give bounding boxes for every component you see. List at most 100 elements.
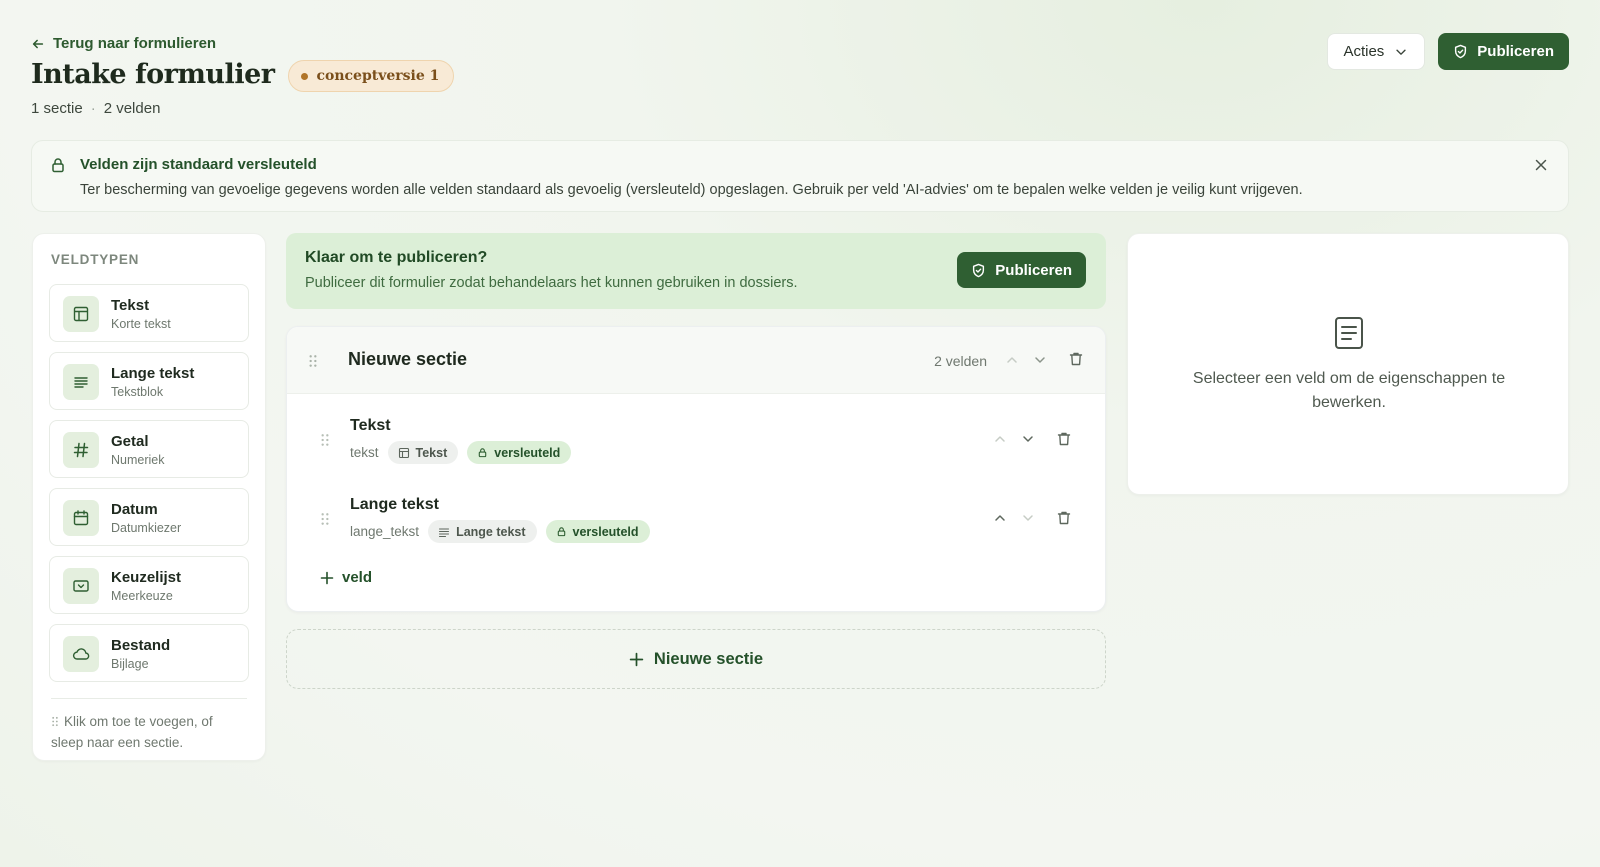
field-row[interactable]: Lange tekst lange_tekst Lange tekst vers…: [287, 496, 1105, 568]
notice-text: Ter bescherming van gevoelige gegevens w…: [80, 182, 1303, 198]
hint-text: Klik om toe te voegen, of sleep naar een…: [51, 714, 213, 750]
section-card: Nieuwe sectie 2 velden Tekst tekst Tekst…: [286, 326, 1106, 612]
text-lines-icon: [63, 364, 99, 400]
actions-label: Acties: [1343, 43, 1385, 60]
add-field-label: veld: [342, 569, 373, 586]
actions-dropdown-button[interactable]: Acties: [1327, 33, 1426, 70]
drag-dots-icon: [52, 716, 58, 727]
field-type-lange-tekst[interactable]: Lange tekst Tekstblok: [49, 352, 249, 410]
status-badge: conceptversie 1: [288, 60, 455, 92]
field-type-label: Tekst: [415, 445, 448, 460]
field-count: 2 velden: [103, 100, 161, 117]
status-dot: [301, 72, 309, 80]
field-type-pill: Tekst: [387, 441, 459, 464]
publish-button[interactable]: Publiceren: [1438, 33, 1569, 70]
encrypted-badge: versleuteld: [545, 520, 650, 543]
notice-title: Velden zijn standaard versleuteld: [80, 156, 317, 173]
field-type-sub: Meerkeuze: [111, 589, 173, 603]
ready-text: Publiceer dit formulier zodat behandelaa…: [305, 275, 798, 291]
chevron-up-icon[interactable]: [992, 431, 1008, 447]
back-to-forms-link[interactable]: Terug naar formulieren: [31, 35, 216, 52]
text-lines-icon: [439, 527, 450, 537]
field-key: lange_tekst: [350, 524, 420, 539]
encrypted-label: versleuteld: [572, 524, 639, 539]
page-header: Terug naar formulieren Intake formulier …: [31, 30, 1569, 130]
add-field-button[interactable]: veld: [320, 569, 372, 586]
field-type-label: Bestand: [111, 637, 171, 654]
banner-publish-button[interactable]: Publiceren: [957, 252, 1086, 288]
encrypted-label: versleuteld: [494, 445, 561, 460]
meta-separator: ·: [90, 100, 96, 117]
properties-panel: Selecteer een veld om de eigenschappen t…: [1127, 233, 1569, 495]
field-type-tekst[interactable]: Tekst Korte tekst: [49, 284, 249, 342]
drag-handle-icon[interactable]: [308, 354, 318, 368]
section-title[interactable]: Nieuwe sectie: [348, 349, 467, 370]
close-icon[interactable]: [1534, 158, 1548, 172]
field-type-bestand[interactable]: Bestand Bijlage: [49, 624, 249, 682]
add-section-button[interactable]: Nieuwe sectie: [286, 629, 1106, 689]
chevron-up-icon[interactable]: [1004, 352, 1020, 368]
select-icon: [63, 568, 99, 604]
encryption-notice: Velden zijn standaard versleuteld Ter be…: [31, 140, 1569, 212]
field-type-label: Lange tekst: [111, 365, 195, 382]
field-type-sub: Bijlage: [111, 657, 149, 671]
properties-empty-text: Selecteer een veld om de eigenschappen t…: [1192, 370, 1506, 411]
field-type-label: Getal: [111, 433, 149, 450]
plus-icon: [629, 652, 644, 666]
trash-icon[interactable]: [1056, 431, 1072, 447]
layout-icon: [63, 296, 99, 332]
ready-to-publish-banner: Klaar om te publiceren? Publiceer dit fo…: [286, 233, 1106, 309]
field-types-hint: Klik om toe te voegen, of sleep naar een…: [51, 698, 247, 753]
drag-handle-icon[interactable]: [320, 433, 330, 447]
plus-icon: [320, 571, 334, 584]
lock-icon: [478, 448, 487, 458]
field-row[interactable]: Tekst tekst Tekst versleuteld: [287, 417, 1105, 489]
ready-title: Klaar om te publiceren?: [305, 249, 488, 266]
section-header: Nieuwe sectie 2 velden: [287, 327, 1105, 394]
trash-icon[interactable]: [1056, 510, 1072, 526]
status-badge-label: conceptversie 1: [316, 68, 440, 84]
arrow-left-icon: [32, 39, 44, 48]
publish-label: Publiceren: [1477, 43, 1554, 60]
shield-check-icon: [973, 263, 985, 277]
chevron-up-icon[interactable]: [992, 510, 1008, 526]
field-type-sub: Datumkiezer: [111, 521, 182, 535]
header-actions: Acties Publiceren: [1327, 33, 1569, 70]
lock-icon: [557, 527, 565, 537]
field-type-label: Keuzelijst: [111, 569, 182, 586]
hash-icon: [63, 432, 99, 468]
field-type-datum[interactable]: Datum Datumkiezer: [49, 488, 249, 546]
layout-icon: [398, 447, 409, 458]
trash-icon[interactable]: [1068, 351, 1084, 367]
back-link-label: Terug naar formulieren: [53, 35, 217, 52]
cloud-icon: [63, 636, 99, 672]
field-type-label: Lange tekst: [456, 524, 526, 539]
field-type-getal[interactable]: Getal Numeriek: [49, 420, 249, 478]
chevron-down-icon[interactable]: [1032, 352, 1048, 368]
lock-icon: [52, 158, 64, 173]
field-type-pill: Lange tekst: [428, 520, 537, 543]
drag-handle-icon[interactable]: [320, 512, 330, 526]
field-type-sub: Numeriek: [111, 453, 165, 467]
page-title: Intake formulier: [31, 58, 275, 90]
add-section-label: Nieuwe sectie: [653, 649, 764, 668]
chevron-down-icon[interactable]: [1020, 431, 1036, 447]
encrypted-badge: versleuteld: [467, 441, 572, 464]
field-types-panel: VELDTYPEN Tekst Korte tekst Lange tekst …: [32, 233, 266, 761]
field-meta: lange_tekst Lange tekst versleuteld: [350, 520, 650, 543]
field-type-label: Datum: [111, 501, 158, 518]
field-type-sub: Korte tekst: [111, 317, 171, 331]
chevron-down-icon[interactable]: [1020, 510, 1036, 526]
field-types-heading: VELDTYPEN: [51, 252, 140, 267]
field-type-label: Tekst: [111, 297, 150, 314]
calendar-icon: [63, 500, 99, 536]
field-key: tekst: [350, 445, 379, 460]
field-name: Lange tekst: [350, 496, 439, 513]
section-field-count: 2 velden: [934, 353, 987, 369]
field-type-keuzelijst[interactable]: Keuzelijst Meerkeuze: [49, 556, 249, 614]
form-meta: 1 sectie · 2 velden: [31, 100, 160, 117]
field-name: Tekst: [350, 417, 391, 434]
banner-publish-label: Publiceren: [995, 261, 1072, 279]
document-icon: [1335, 317, 1363, 349]
field-type-sub: Tekstblok: [111, 385, 164, 399]
